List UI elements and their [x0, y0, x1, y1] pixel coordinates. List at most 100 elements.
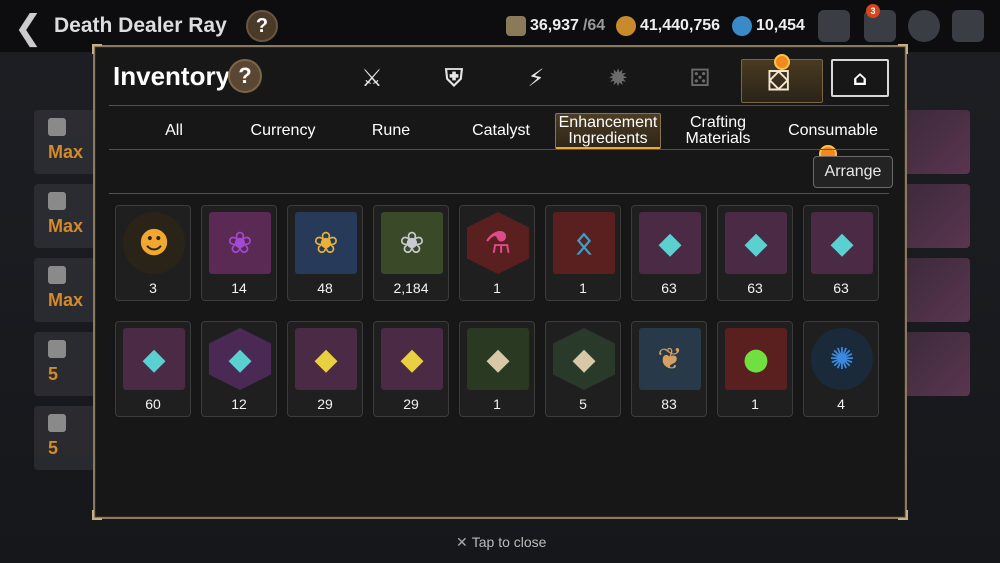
- side-level-label: 5: [48, 438, 59, 458]
- mail-badge: 3: [866, 4, 880, 18]
- potion-icon: ⚗: [467, 212, 529, 274]
- panel-corner: [92, 510, 102, 520]
- back-arrow-icon[interactable]: ❮: [14, 8, 43, 48]
- subtab-label: Crafting Materials: [685, 114, 751, 147]
- notification-dot: [774, 54, 790, 70]
- panel-corner: [898, 44, 908, 54]
- artifact-thumb: [900, 184, 970, 248]
- stone-icon: ◆: [295, 328, 357, 390]
- help-icon[interactable]: ?: [246, 10, 278, 42]
- subtab-crafting-materials[interactable]: Crafting Materials: [673, 113, 763, 149]
- item-count: 2,184: [393, 280, 429, 296]
- tap-to-close-hint[interactable]: ✕ Tap to close: [456, 534, 546, 551]
- side-level-label: Max: [48, 216, 84, 236]
- stamina-icon: [506, 16, 526, 36]
- stone-icon: ◆: [467, 328, 529, 390]
- inventory-item-slot[interactable]: ◆ 63: [717, 205, 793, 301]
- artifact-thumb: [900, 332, 970, 396]
- silver-flower-icon: ❀: [381, 212, 443, 274]
- inventory-item-slot[interactable]: ◆ 63: [631, 205, 707, 301]
- inventory-item-slot[interactable]: ◆ 60: [115, 321, 191, 417]
- hero-name: Death Dealer Ray: [54, 14, 227, 37]
- stone-icon: ◆: [811, 212, 873, 274]
- subtab-enhancement-ingredients[interactable]: Enhancement Ingredients: [555, 113, 661, 149]
- inventory-item-slot[interactable]: ◆ 29: [287, 321, 363, 417]
- gold-counter[interactable]: 41,440,756: [616, 16, 720, 36]
- item-count: 1: [493, 396, 501, 412]
- skystone-counter[interactable]: 10,454: [732, 16, 805, 36]
- inventory-item-slot[interactable]: ● 1: [717, 321, 793, 417]
- item-count: 1: [579, 280, 587, 296]
- subtab-rune[interactable]: Rune: [353, 113, 429, 149]
- item-count: 12: [231, 396, 247, 412]
- subtab-all[interactable]: All: [137, 113, 211, 149]
- help-icon[interactable]: ?: [228, 59, 262, 93]
- subtab-catalyst[interactable]: Catalyst: [461, 113, 541, 149]
- subtab-consumable[interactable]: Consumable: [779, 113, 887, 163]
- subtab-label: Catalyst: [472, 122, 530, 139]
- panel-corner: [92, 44, 102, 54]
- tap-to-close-label: Tap to close: [471, 534, 547, 550]
- side-level-label: Max: [48, 142, 84, 162]
- inventory-item-slot[interactable]: ✺ 4: [803, 321, 879, 417]
- artifact-thumb: [900, 110, 970, 174]
- gear-icon: [48, 266, 66, 284]
- inventory-item-slot[interactable]: ⚗ 1: [459, 205, 535, 301]
- subtab-label: Currency: [250, 122, 316, 139]
- bag-category-tab[interactable]: ⛋: [741, 54, 823, 103]
- item-count: 63: [747, 280, 763, 296]
- inventory-item-slot[interactable]: ❀ 48: [287, 205, 363, 301]
- inventory-item-slot[interactable]: ☻ 3: [115, 205, 191, 301]
- inventory-panel: Inventory ? ⚔ ⛨ ⚡ ✹ ⚄ ⛋ ⌂ All Currency R…: [92, 44, 908, 520]
- inventory-item-slot[interactable]: ◆ 12: [201, 321, 277, 417]
- item-count: 83: [661, 396, 677, 412]
- inventory-item-slot[interactable]: ◆ 63: [803, 205, 879, 301]
- gold-value: 41,440,756: [640, 17, 721, 34]
- dice-category-icon[interactable]: ⚄: [683, 61, 717, 95]
- inventory-item-slot[interactable]: ❀ 14: [201, 205, 277, 301]
- chat-icon[interactable]: [908, 10, 940, 42]
- stamina-counter[interactable]: 36,937 /64: [506, 16, 605, 36]
- inventory-item-slot[interactable]: ❀ 2,184: [373, 205, 449, 301]
- item-count: 1: [751, 396, 759, 412]
- purple-flower-icon: ❀: [209, 212, 271, 274]
- inventory-item-slot[interactable]: ◆ 29: [373, 321, 449, 417]
- skill-icon: [48, 414, 66, 432]
- inventory-item-slot[interactable]: ◆ 1: [459, 321, 535, 417]
- artifact-category-icon[interactable]: ⛨: [437, 61, 471, 95]
- panel-corner: [898, 510, 908, 520]
- storage-category-icon[interactable]: ⌂: [831, 59, 889, 97]
- inventory-item-slot[interactable]: ◆ 5: [545, 321, 621, 417]
- subtab-currency[interactable]: Currency: [243, 113, 323, 149]
- equipment-category-icon[interactable]: ⚔: [355, 61, 389, 95]
- menu-grid-icon[interactable]: [952, 10, 984, 42]
- skystone-value: 10,454: [756, 17, 805, 34]
- subtab-label: All: [165, 122, 183, 139]
- side-level-label: 5: [48, 364, 59, 384]
- arrange-button[interactable]: Arrange: [813, 156, 893, 188]
- item-count: 63: [833, 280, 849, 296]
- burst-category-icon[interactable]: ✹: [601, 61, 635, 95]
- shop-icon[interactable]: [818, 10, 850, 42]
- stone-icon: ◆: [123, 328, 185, 390]
- gear-icon: [48, 192, 66, 210]
- item-count: 48: [317, 280, 333, 296]
- item-count: 29: [317, 396, 333, 412]
- stamina-max: /64: [582, 17, 606, 34]
- skill-icon: [48, 340, 66, 358]
- inventory-item-slot[interactable]: ❦ 83: [631, 321, 707, 417]
- item-count: 4: [837, 396, 845, 412]
- inventory-item-slot[interactable]: ᛟ1: [545, 205, 621, 301]
- stamina-value: 36,937: [530, 17, 579, 34]
- green-gem-icon: ●: [725, 328, 787, 390]
- subtab-label: Consumable: [788, 122, 878, 139]
- inventory-title: Inventory: [113, 61, 231, 91]
- gold-icon: [616, 16, 636, 36]
- lightning-category-icon[interactable]: ⚡: [519, 61, 553, 95]
- item-count: 3: [149, 280, 157, 296]
- stone-icon: ◆: [381, 328, 443, 390]
- blue-orb-icon: ✺: [811, 328, 873, 390]
- stone-icon: ◆: [725, 212, 787, 274]
- item-count: 60: [145, 396, 161, 412]
- item-count: 5: [579, 396, 587, 412]
